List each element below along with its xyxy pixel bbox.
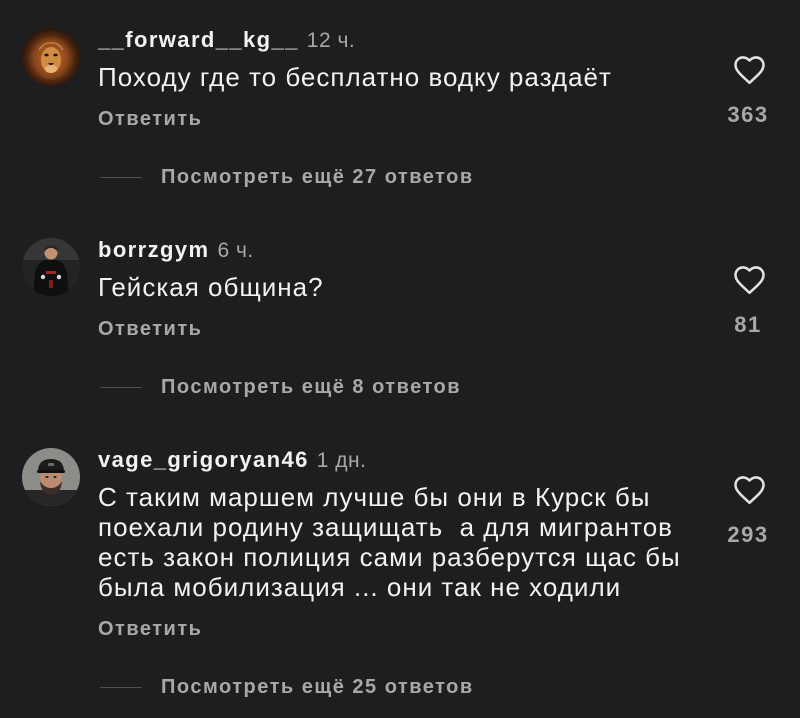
comment-text: Походу где то бесплатно водку раздаёт — [98, 62, 612, 92]
replies-divider — [100, 686, 142, 688]
replies-divider — [100, 386, 142, 388]
heart-outline-icon — [734, 56, 765, 85]
comment: borrzgym 6 ч. Гейская община? Ответить П… — [0, 210, 800, 420]
like-count[interactable]: 293 — [718, 523, 778, 547]
view-replies-label: Посмотреть ещё 27 ответов — [161, 166, 474, 188]
timestamp: 6 ч. — [217, 239, 254, 262]
reply-button[interactable]: Ответить — [98, 317, 202, 341]
like-count[interactable]: 363 — [718, 103, 778, 127]
timestamp: 12 ч. — [306, 29, 356, 52]
avatar-image — [22, 448, 80, 506]
heart-outline-icon — [734, 266, 765, 295]
view-replies-button[interactable]: Посмотреть ещё 27 ответов — [98, 165, 474, 189]
user-avatar[interactable] — [22, 28, 80, 86]
avatar-image — [22, 28, 80, 86]
comment-text: Гейская община? — [98, 272, 324, 302]
comment: __forward__kg__ 12 ч. Походу где то бесп… — [0, 0, 800, 210]
view-replies-label: Посмотреть ещё 25 ответов — [161, 676, 474, 698]
heart-outline-icon — [734, 476, 765, 505]
like-button[interactable] — [734, 476, 765, 505]
user-avatar[interactable] — [22, 448, 80, 506]
comment: vage_grigoryan46 1 дн. С таким маршем лу… — [0, 420, 800, 699]
username[interactable]: __forward__kg__ — [98, 28, 299, 52]
comment-header: borrzgym 6 ч. — [98, 238, 800, 263]
like-count[interactable]: 81 — [718, 313, 778, 337]
view-replies-label: Посмотреть ещё 8 ответов — [161, 376, 462, 398]
view-replies-button[interactable]: Посмотреть ещё 25 ответов — [98, 675, 474, 699]
reply-button[interactable]: Ответить — [98, 107, 202, 131]
username[interactable]: borrzgym — [98, 238, 209, 262]
comment-header: vage_grigoryan46 1 дн. — [98, 448, 800, 473]
view-replies-button[interactable]: Посмотреть ещё 8 ответов — [98, 375, 461, 399]
replies-divider — [100, 176, 142, 178]
like-button[interactable] — [734, 56, 765, 85]
comments-list: __forward__kg__ 12 ч. Походу где то бесп… — [0, 0, 800, 699]
avatar-image — [22, 238, 80, 296]
comment-header: __forward__kg__ 12 ч. — [98, 28, 800, 53]
like-button[interactable] — [734, 266, 765, 295]
comment-text: С таким маршем лучше бы они в Курск бы п… — [98, 482, 681, 602]
username[interactable]: vage_grigoryan46 — [98, 448, 309, 472]
timestamp: 1 дн. — [316, 449, 367, 472]
user-avatar[interactable] — [22, 238, 80, 296]
reply-button[interactable]: Ответить — [98, 617, 202, 641]
